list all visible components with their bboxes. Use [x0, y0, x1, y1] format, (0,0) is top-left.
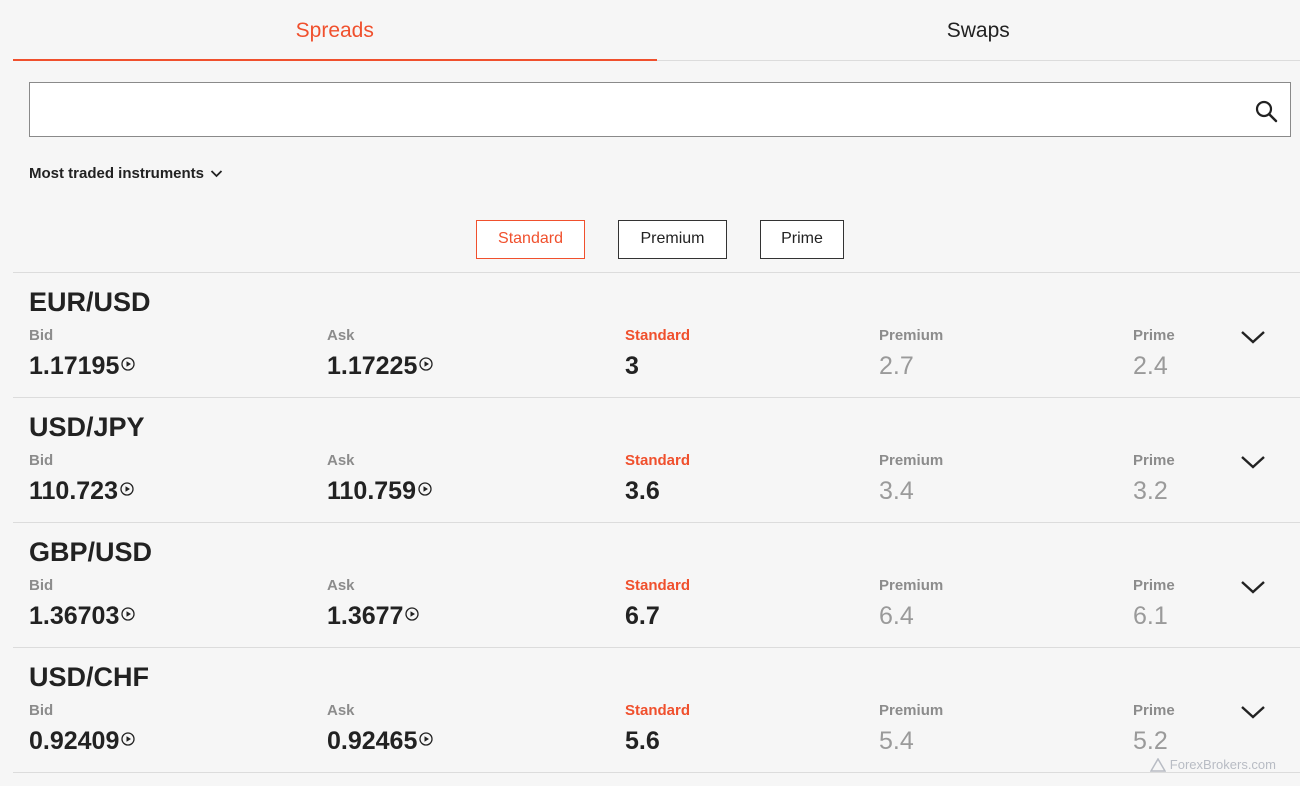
premium-label: Premium	[879, 577, 944, 594]
expand-chevron-icon[interactable]	[1240, 454, 1266, 470]
instrument-row: GBP/USD Bid 1.36703 Ask 1.3677 Standard …	[13, 523, 1300, 648]
standard-label: Standard	[625, 327, 691, 344]
standard-label: Standard	[625, 577, 691, 594]
bid-value: 110.723	[29, 477, 118, 505]
bid-label: Bid	[29, 577, 54, 594]
standard-spread-cell: Standard 6.7	[625, 577, 690, 631]
bid-label: Bid	[29, 327, 54, 344]
forexbrokers-logo-icon	[1149, 757, 1166, 772]
premium-spread-value: 6.4	[879, 602, 914, 630]
account-type-selector: Standard Premium Prime	[0, 220, 1300, 260]
standard-label: Standard	[625, 702, 691, 719]
instrument-row: USD/CHF Bid 0.92409 Ask 0.92465 Standard…	[13, 648, 1300, 773]
bid-value: 0.92409	[29, 727, 120, 755]
standard-spread-value: 6.7	[625, 602, 660, 630]
instrument-row: EUR/USD Bid 1.17195 Ask 1.17225 Standard…	[13, 273, 1300, 398]
ask-cell: Ask 110.759	[327, 452, 432, 506]
ask-label: Ask	[327, 452, 355, 469]
prime-label: Prime	[1133, 452, 1175, 469]
prime-spread-value: 5.2	[1133, 727, 1168, 755]
filter-label: Most traded instruments	[29, 165, 205, 182]
bid-cell: Bid 1.36703	[29, 577, 136, 631]
premium-label: Premium	[879, 327, 944, 344]
instrument-pair: USD/CHF	[29, 662, 149, 692]
search-icon[interactable]	[1254, 99, 1278, 123]
prime-spread-cell: Prime 2.4	[1133, 327, 1175, 381]
standard-spread-cell: Standard 3	[625, 327, 690, 381]
instrument-row: USD/JPY Bid 110.723 Ask 110.759 Standard…	[13, 398, 1300, 523]
ask-value: 1.3677	[327, 602, 404, 630]
search-input[interactable]	[30, 83, 1242, 136]
play-icon[interactable]	[419, 356, 434, 371]
chevron-down-icon	[210, 170, 223, 178]
premium-label: Premium	[879, 452, 944, 469]
instrument-pair: GBP/USD	[29, 537, 153, 567]
play-icon[interactable]	[121, 606, 136, 621]
bid-cell: Bid 0.92409	[29, 702, 136, 756]
play-icon[interactable]	[405, 606, 420, 621]
ask-cell: Ask 1.3677	[327, 577, 420, 631]
play-icon[interactable]	[121, 731, 136, 746]
instrument-pair: EUR/USD	[29, 287, 151, 317]
play-icon[interactable]	[121, 356, 136, 371]
play-icon[interactable]	[120, 481, 134, 496]
premium-spread-value: 2.7	[879, 352, 914, 380]
prime-spread-cell: Prime 3.2	[1133, 452, 1175, 506]
instrument-pair: USD/JPY	[29, 412, 145, 442]
ask-label: Ask	[327, 577, 355, 594]
bid-cell: Bid 110.723	[29, 452, 134, 506]
bid-label: Bid	[29, 452, 54, 469]
account-prime-button[interactable]: Prime	[760, 220, 844, 259]
tab-bar: Spreads Swaps	[13, 0, 1300, 61]
standard-spread-cell: Standard 5.6	[625, 702, 690, 756]
standard-spread-value: 3.6	[625, 477, 660, 505]
ask-label: Ask	[327, 327, 355, 344]
expand-chevron-icon[interactable]	[1240, 329, 1266, 345]
play-icon[interactable]	[418, 481, 432, 496]
prime-spread-cell: Prime 6.1	[1133, 577, 1175, 631]
bid-value: 1.36703	[29, 602, 120, 630]
prime-spread-value: 2.4	[1133, 352, 1168, 380]
ask-value: 1.17225	[327, 352, 418, 380]
account-standard-button[interactable]: Standard	[476, 220, 585, 259]
expand-chevron-icon[interactable]	[1240, 579, 1266, 595]
premium-label: Premium	[879, 702, 944, 719]
standard-spread-cell: Standard 3.6	[625, 452, 690, 506]
expand-chevron-icon[interactable]	[1240, 704, 1266, 720]
ask-cell: Ask 0.92465	[327, 702, 434, 756]
prime-spread-cell: Prime 5.2	[1133, 702, 1175, 756]
prime-label: Prime	[1133, 327, 1175, 344]
prime-spread-value: 3.2	[1133, 477, 1168, 505]
premium-spread-cell: Premium 3.4	[879, 452, 943, 506]
prime-label: Prime	[1133, 577, 1175, 594]
standard-spread-value: 5.6	[625, 727, 660, 755]
premium-spread-value: 3.4	[879, 477, 914, 505]
premium-spread-cell: Premium 5.4	[879, 702, 943, 756]
watermark-text: ForexBrokers.com	[1169, 757, 1276, 772]
premium-spread-cell: Premium 6.4	[879, 577, 943, 631]
tab-spreads[interactable]: Spreads	[13, 0, 657, 61]
premium-spread-value: 5.4	[879, 727, 914, 755]
watermark: ForexBrokers.com	[1149, 757, 1276, 772]
ask-cell: Ask 1.17225	[327, 327, 434, 381]
standard-spread-value: 3	[625, 352, 639, 380]
bid-label: Bid	[29, 702, 54, 719]
prime-label: Prime	[1133, 702, 1175, 719]
account-premium-button[interactable]: Premium	[618, 220, 727, 259]
tab-swaps[interactable]: Swaps	[657, 0, 1300, 60]
standard-label: Standard	[625, 452, 691, 469]
ask-value: 110.759	[327, 477, 416, 505]
instrument-filter-dropdown[interactable]: Most traded instruments	[29, 165, 223, 182]
prime-spread-value: 6.1	[1133, 602, 1168, 630]
play-icon[interactable]	[419, 731, 434, 746]
bid-value: 1.17195	[29, 352, 120, 380]
instrument-list: EUR/USD Bid 1.17195 Ask 1.17225 Standard…	[13, 272, 1300, 773]
ask-value: 0.92465	[327, 727, 418, 755]
premium-spread-cell: Premium 2.7	[879, 327, 943, 381]
ask-label: Ask	[327, 702, 355, 719]
search-box	[29, 82, 1291, 137]
bid-cell: Bid 1.17195	[29, 327, 136, 381]
